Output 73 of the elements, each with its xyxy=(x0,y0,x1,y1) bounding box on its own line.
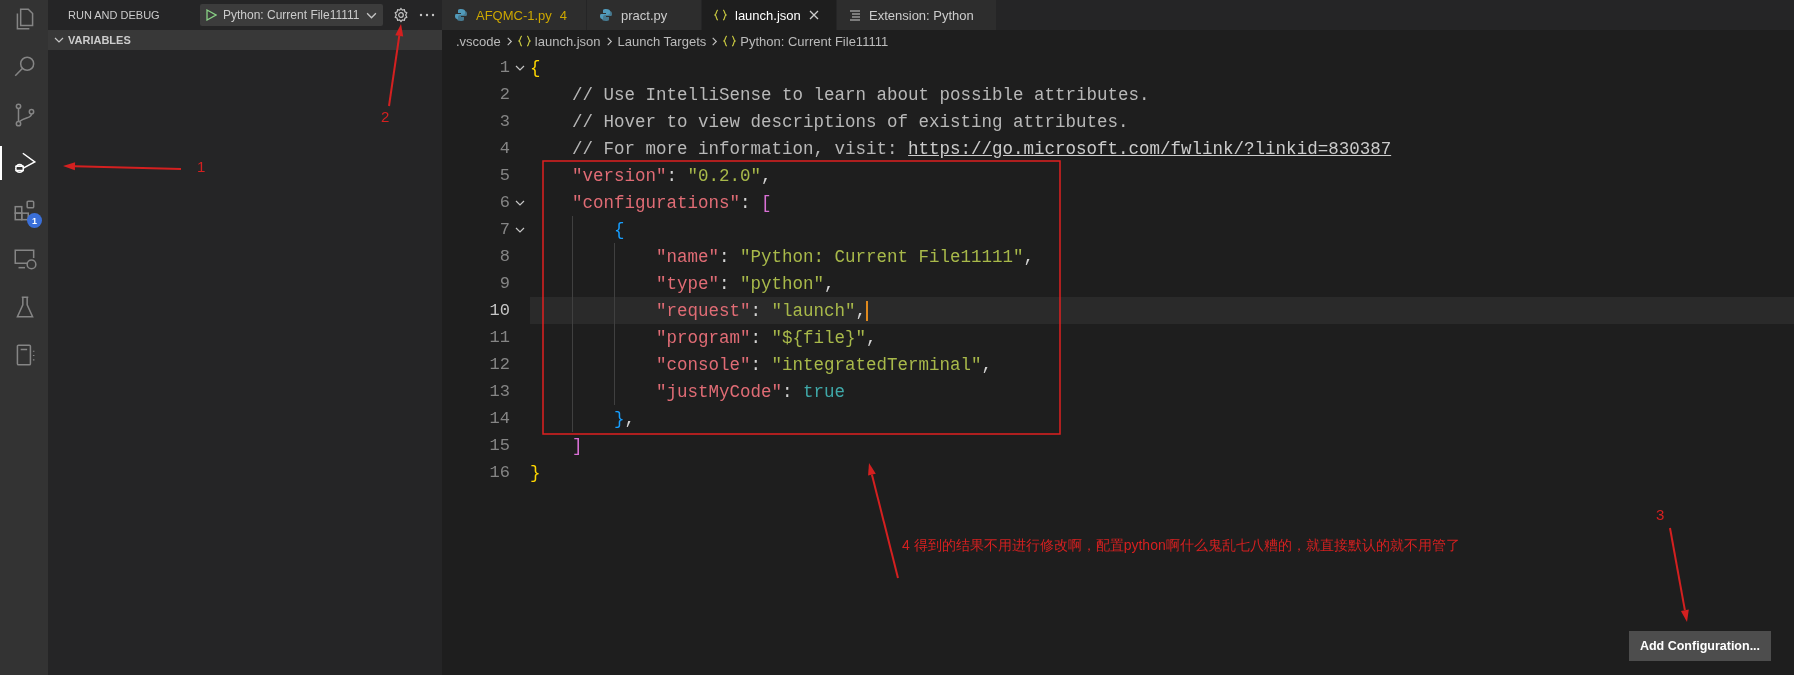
breadcrumb-item[interactable]: Launch Targets xyxy=(617,33,707,49)
breadcrumb-item[interactable]: .vscode xyxy=(456,33,501,49)
code-line: }, xyxy=(614,408,636,429)
braces-icon xyxy=(517,35,531,47)
code-line: "type": "python", xyxy=(656,273,835,294)
more-icon[interactable] xyxy=(418,13,435,17)
code-line: { xyxy=(614,219,625,240)
code-line: { xyxy=(530,57,541,78)
code-line: "justMyCode": true xyxy=(656,381,846,402)
python-file-icon xyxy=(599,8,613,22)
section-title: VARIABLES xyxy=(68,34,131,46)
activity-bar-item[interactable]: 1 xyxy=(0,194,48,228)
breadcrumb-item[interactable]: launch.json xyxy=(534,33,601,49)
count-badge: 1 xyxy=(27,213,42,228)
chevron-right-icon xyxy=(504,36,514,46)
run-config-dropdown[interactable]: Python: Current File11111 xyxy=(200,4,383,26)
line-number: 3 xyxy=(498,112,510,131)
code-link[interactable]: https://go.microsoft.com/fwlink/?linkid=830387 xyxy=(908,138,1392,159)
annotation-note: 4 得到的结果不用进行修改啊，配置python啊什么鬼乱七八糟的，就直接默认的就不用管了 xyxy=(902,537,1460,555)
chevron-right-icon xyxy=(604,36,614,46)
callout-number: 2 xyxy=(381,108,390,125)
code-line: ] xyxy=(572,435,583,456)
line-number: 1 xyxy=(498,58,510,77)
line-number: 8 xyxy=(498,247,510,266)
line-number: 13 xyxy=(488,382,510,401)
tab-label: Extension: Python xyxy=(869,7,974,23)
text-cursor xyxy=(866,300,869,321)
line-number: 12 xyxy=(488,355,510,374)
python-file-icon xyxy=(454,8,468,22)
editor-tab[interactable]: launch.json xyxy=(702,0,837,30)
play-icon xyxy=(206,9,217,21)
code-line: // For more information, visit: https://go.microsoft.com/fwlink/?linkid=830387 xyxy=(572,138,1392,159)
close-icon[interactable] xyxy=(808,10,819,20)
tab-label: AFQMC-1.py xyxy=(476,7,552,23)
line-number: 15 xyxy=(488,436,510,455)
line-number: 6 xyxy=(498,193,510,212)
code-line: "program": "${file}", xyxy=(656,327,877,348)
sidebar-title: RUN AND DEBUG xyxy=(68,9,161,21)
code-line: "name": "Python: Current File11111", xyxy=(656,246,1035,267)
code-line: "version": "0.2.0", xyxy=(572,165,772,186)
run-debug-icon xyxy=(12,150,38,176)
line-number: 14 xyxy=(488,409,510,428)
line-number: 4 xyxy=(498,139,510,158)
braces-icon xyxy=(723,35,737,47)
callout-number: 1 xyxy=(197,158,206,175)
line-number: 11 xyxy=(488,328,510,347)
line-number: 5 xyxy=(498,166,510,185)
code-line: // Hover to view descriptions of existing attributes. xyxy=(572,111,1129,132)
breadcrumb-item[interactable]: Python: Current File11111 xyxy=(740,33,889,49)
code-line: // Use IntelliSense to learn about possible attributes. xyxy=(572,84,1150,105)
settings-icon[interactable] xyxy=(392,7,409,23)
editor-tab[interactable]: Extension: Python xyxy=(837,0,997,30)
tab-label: launch.json xyxy=(735,7,801,23)
line-number: 2 xyxy=(498,85,510,104)
editor-tab[interactable]: pract.py xyxy=(587,0,702,30)
chevron-right-icon xyxy=(710,36,720,46)
editor-tab[interactable]: AFQMC-1.py 4 xyxy=(442,0,587,30)
callout-number: 3 xyxy=(1656,506,1665,523)
lines-icon xyxy=(849,9,861,21)
braces-icon xyxy=(714,9,727,21)
section-header[interactable]: VARIABLES xyxy=(48,30,442,50)
line-number: 16 xyxy=(488,463,510,482)
code-line: "configurations": [ xyxy=(572,192,772,213)
code-line: "request": "launch", xyxy=(656,300,869,321)
add-configuration-button[interactable]: Add Configuration... xyxy=(1629,631,1771,661)
problem-count: 4 xyxy=(559,7,568,23)
line-number: 10 xyxy=(488,301,510,320)
code-line: } xyxy=(530,462,541,483)
chevron-down-icon xyxy=(54,35,64,45)
tab-label: pract.py xyxy=(621,7,668,23)
code-line: "console": "integratedTerminal", xyxy=(656,354,993,375)
line-number: 9 xyxy=(498,274,510,293)
line-number: 7 xyxy=(498,220,510,239)
